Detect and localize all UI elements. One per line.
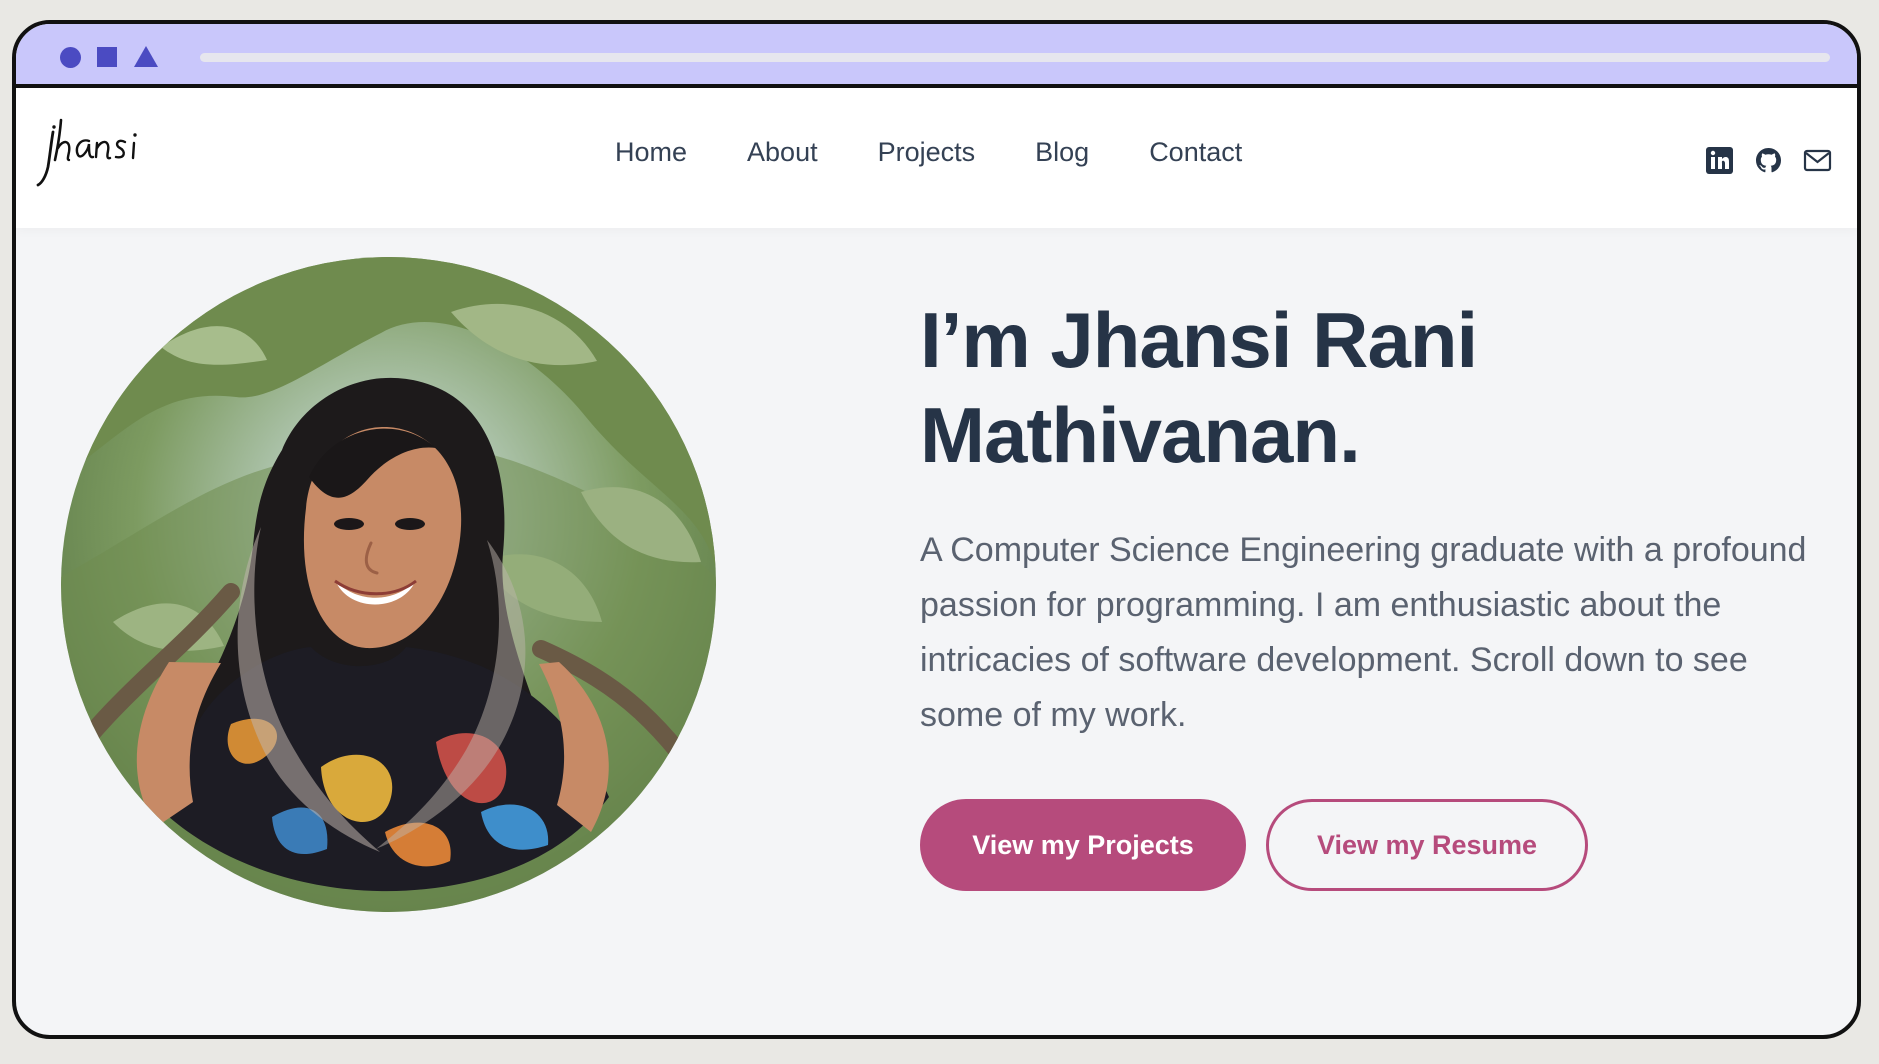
- site-logo[interactable]: [36, 118, 164, 188]
- circle-control-icon: [60, 47, 81, 68]
- profile-portrait-illustration: [61, 257, 716, 912]
- hero-title-line-2: Mathivanan.: [920, 391, 1361, 479]
- hero-description: A Computer Science Engineering graduate …: [920, 531, 1807, 734]
- profile-photo: [61, 257, 716, 912]
- view-resume-button[interactable]: View my Resume: [1266, 799, 1588, 891]
- nav-home[interactable]: Home: [615, 135, 687, 169]
- nav-about[interactable]: About: [747, 135, 818, 169]
- nav-blog[interactable]: Blog: [1035, 135, 1089, 169]
- hero-actions: View my Projects View my Resume: [920, 799, 1588, 891]
- linkedin-icon[interactable]: [1705, 146, 1734, 175]
- mail-icon[interactable]: [1803, 146, 1832, 175]
- view-projects-button[interactable]: View my Projects: [920, 799, 1246, 891]
- hero-title-line-1: I’m Jhansi Rani: [920, 296, 1478, 384]
- main-navigation: Home About Projects Blog Contact: [615, 135, 1242, 169]
- address-bar[interactable]: [200, 53, 1830, 62]
- triangle-control-icon: [134, 46, 158, 67]
- square-control-icon: [97, 47, 117, 67]
- hero-intro: I’m Jhansi Rani Mathivanan. A Computer S…: [920, 293, 1820, 743]
- site-header: Home About Projects Blog Contact: [16, 88, 1857, 228]
- github-icon[interactable]: [1754, 146, 1783, 175]
- nav-contact[interactable]: Contact: [1149, 135, 1242, 169]
- nav-projects[interactable]: Projects: [878, 135, 976, 169]
- hero-title: I’m Jhansi Rani Mathivanan.: [920, 293, 1820, 483]
- browser-toolbar: [16, 24, 1857, 88]
- social-links: [1705, 146, 1832, 175]
- browser-window: Home About Projects Blog Contact I’m Jha…: [12, 20, 1861, 1039]
